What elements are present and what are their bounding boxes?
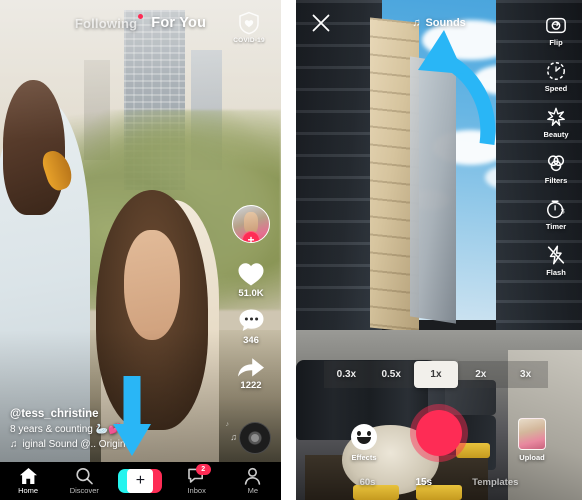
tab-following[interactable]: Following [74,13,144,31]
flash-off-icon [547,245,565,265]
follow-button[interactable]: + [242,231,260,242]
mode-15s[interactable]: 15s [415,477,432,488]
like-count: 51.0K [238,288,264,299]
music-note-decoration: ♫ [230,432,237,442]
upload-button[interactable]: Upload [510,418,554,462]
comment-button[interactable]: 346 [238,308,265,346]
annotation-arrow-up [392,28,502,146]
annotation-arrow-down [112,376,152,462]
close-icon [312,14,330,32]
tiktok-camera-screen: ♫ Sounds Flip Speed Beauty Filters 3 Tim… [296,0,582,500]
speed-label: Speed [544,84,568,93]
tab-following-label: Following [74,15,138,31]
tiktok-feed-screen: Following For You COVID-19 + 51.0K 346 1… [0,0,281,500]
timer-icon: 3 [547,200,565,218]
effects-button[interactable]: Effects [340,424,388,462]
share-count: 1222 [240,380,262,391]
beauty-label: Beauty [543,130,569,139]
share-button[interactable]: 1222 [237,355,265,391]
timer-label: Timer [545,222,567,231]
mode-60s[interactable]: 60s [360,477,376,488]
caption-username[interactable]: @tess_christine [10,408,200,420]
plus-icon: + [118,469,163,493]
person-icon [245,467,261,485]
comment-count: 346 [243,335,259,346]
zoom-option-0_3x[interactable]: 0.3x [324,361,369,388]
tab-for-you[interactable]: For You [151,15,206,31]
nav-item-home[interactable]: Home [4,467,52,495]
panel-divider [281,0,296,500]
covid-19-badge[interactable]: COVID-19 [229,11,269,44]
bottom-navigation-bar: Home Discover + 2 Inbox Me [0,462,281,500]
beauty-button[interactable]: Beauty [543,106,569,139]
effects-label: Effects [351,453,377,462]
recording-mode-selector: 60s 15s Templates [296,477,582,488]
zoom-option-1x[interactable]: 1x [413,361,459,388]
video-caption-block: @tess_christine 8 years & counting 🦢💕 ♫ … [10,408,200,450]
heart-icon [238,263,264,286]
share-arrow-icon [238,358,264,377]
home-icon [19,468,37,484]
create-button[interactable]: + [116,469,164,493]
nav-item-me[interactable]: Me [229,467,277,495]
shield-heart-icon [239,11,259,35]
zoom-option-3x[interactable]: 3x [503,361,548,388]
inbox-badge: 2 [195,464,211,475]
nav-label-me: Me [247,486,259,495]
smiley-icon [351,424,377,450]
flip-camera-icon [546,17,566,34]
nav-item-inbox[interactable]: 2 Inbox [173,464,221,495]
avatar[interactable]: + [232,205,270,243]
music-note-decoration-small: ♪ [225,421,230,428]
nav-label-home: Home [18,486,39,495]
feed-action-rail: + 51.0K 346 1222 [229,205,273,391]
close-button[interactable] [312,14,330,32]
nav-label-inbox: Inbox [187,486,206,495]
music-note-icon: ♫ [10,439,18,450]
screenshot-stage: Following For You COVID-19 + 51.0K 346 1… [0,0,582,500]
gallery-thumbnail [518,418,546,450]
following-notification-dot [138,13,144,19]
filters-label: Filters [544,176,568,185]
like-button[interactable]: 51.0K [237,261,265,299]
nav-item-discover[interactable]: Discover [60,467,108,495]
record-button-core [416,410,462,456]
filters-icon [547,155,565,172]
covid-badge-label: COVID-19 [233,37,265,44]
flash-button[interactable]: Flash [545,244,567,277]
tab-for-you-label: For You [151,15,207,31]
flip-label: Flip [549,38,563,47]
upload-label: Upload [519,453,545,462]
sound-row[interactable]: ♫ iginal Sound @.. Origin [10,439,185,450]
sound-title: iginal Sound @.. Origin [22,439,126,450]
camera-tool-rail: Flip Speed Beauty Filters 3 Timer Flash [534,14,578,277]
camera-bottom-controls: Effects Upload 60s 15s Templates [296,400,582,500]
beauty-icon [547,107,565,126]
timer-button[interactable]: 3 Timer [545,198,567,231]
sound-disc[interactable] [239,422,271,454]
speed-icon [547,62,565,80]
flip-camera-button[interactable]: Flip [545,14,567,47]
speed-button[interactable]: Speed [544,60,568,93]
svg-text:3: 3 [561,207,565,216]
flash-label: Flash [546,268,566,277]
caption-text: 8 years & counting 🦢💕 [10,424,121,435]
record-button[interactable] [410,404,468,462]
search-icon [76,467,93,485]
filters-button[interactable]: Filters [544,152,568,185]
zoom-level-selector: 0.3x 0.5x 1x 2x 3x [324,361,548,388]
mode-templates[interactable]: Templates [472,477,518,488]
zoom-option-0_5x[interactable]: 0.5x [368,361,414,388]
zoom-option-2x[interactable]: 2x [458,361,504,388]
comment-icon [239,309,263,331]
nav-label-discover: Discover [69,486,99,495]
